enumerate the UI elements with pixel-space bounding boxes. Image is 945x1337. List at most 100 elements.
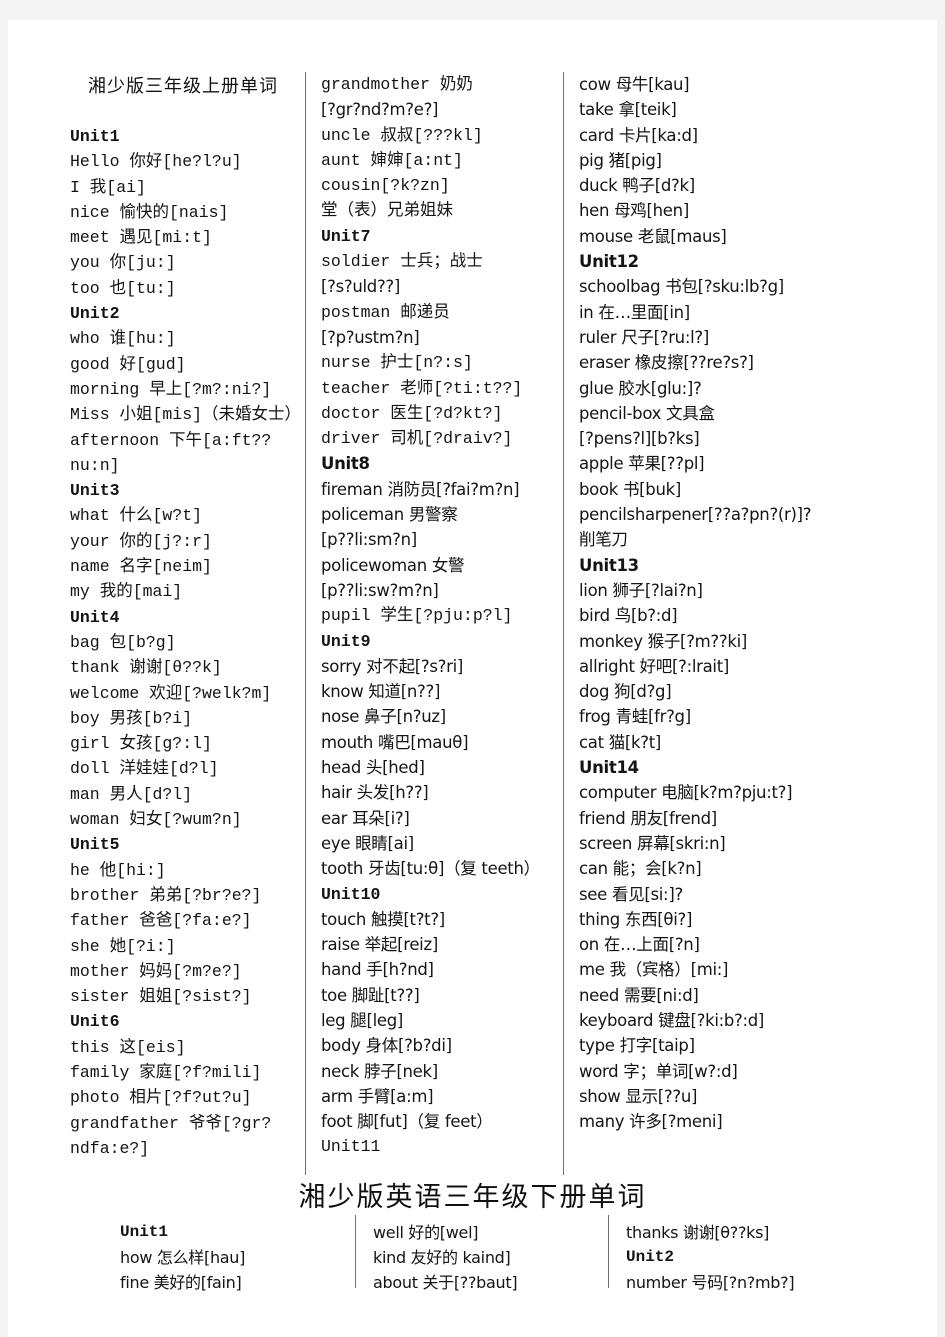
vocabulary-entry: [?s?uld??]: [321, 277, 401, 297]
vocabulary-entry: pencil-box 文具盒: [579, 403, 715, 423]
vocabulary-entry: pupil 学生[?pju:p?l]: [321, 606, 513, 626]
vocabulary-entry: you 你[ju:]: [70, 253, 176, 273]
unit-heading: Unit8: [321, 454, 370, 474]
vocabulary-entry: cousin[?k?zn]: [321, 176, 450, 196]
word-column-3: thanks 谢谢[θ??ks] Unit2 number 号码[?n?mb?]: [626, 1220, 866, 1295]
column-divider-2: [608, 1215, 609, 1288]
unit-heading: Unit7: [321, 226, 371, 246]
vocabulary-entry: woman 妇女[?wum?n]: [70, 810, 242, 830]
vocabulary-entry: computer 电脑[k?m?pju:t?]: [579, 783, 793, 803]
vocabulary-entry: this 这[eis]: [70, 1037, 186, 1057]
vocabulary-entry: driver 司机[?draiv?]: [321, 429, 513, 449]
vocabulary-entry: morning 早上[?m?:ni?]: [70, 379, 272, 399]
unit-heading: Unit3: [70, 481, 120, 501]
vocabulary-entry: foot 脚[fut]（复 feet）: [321, 1112, 493, 1132]
vocabulary-entry: leg 腿[leg]: [321, 1010, 404, 1030]
vocabulary-entry: type 打字[taip]: [579, 1036, 695, 1056]
word-column-1: 湘少版三年级上册单词 Unit1 Hello 你好[he?l?u] I 我[ai] n…: [70, 72, 302, 1161]
vocabulary-entry: monkey 猴子[?m??ki]: [579, 631, 748, 651]
vocabulary-entry: how 怎么样[hau]: [120, 1248, 246, 1267]
vocabulary-entry: Unit11: [321, 1137, 381, 1157]
vocabulary-entry: sister 姐姐[?sist?]: [70, 987, 252, 1007]
vocabulary-entry: my 我的[mai]: [70, 582, 183, 602]
word-column-1: Unit1 how 怎么样[hau] fine 美好的[fain]: [120, 1220, 335, 1295]
unit-heading: Unit2: [70, 304, 120, 324]
vocabulary-entry: about 关于[??baut]: [373, 1273, 518, 1292]
section2-title: 湘少版英语三年级下册单词: [298, 1182, 647, 1212]
vocabulary-entry: many 许多[?meni]: [579, 1112, 723, 1132]
vocabulary-entry: tooth 牙齿[tu:θ]（复 teeth）: [321, 859, 540, 879]
word-list: Unit1 how 怎么样[hau] fine 美好的[fain]: [120, 1220, 335, 1295]
vocabulary-entry: she 她[?i:]: [70, 936, 176, 956]
vocabulary-entry: teacher 老师[?ti:t??]: [321, 378, 523, 398]
vocabulary-entry: ruler 尺子[?ru:l?]: [579, 327, 709, 347]
word-list: cow 母牛[kau] take 拿[teik] card 卡片[ka:d] pig …: [579, 72, 829, 1134]
vocabulary-entry: good 好[gud]: [70, 354, 186, 374]
vocabulary-entry: toe 脚趾[t??]: [321, 985, 420, 1005]
vocabulary-entry: 堂（表）兄弟姐妹: [321, 201, 453, 221]
column-divider-1: [305, 72, 306, 1175]
vocabulary-entry: card 卡片[ka:d]: [579, 125, 698, 145]
unit-heading: Unit1: [70, 127, 120, 146]
vocabulary-entry: bag 包[b?g]: [70, 632, 176, 652]
vocabulary-entry: soldier 士兵；战士: [321, 252, 483, 272]
vocabulary-entry: aunt 婶婶[a:nt]: [321, 150, 463, 170]
vocabulary-entry: your 你的[j?:r]: [70, 531, 212, 551]
column-divider-2: [563, 72, 564, 1175]
vocabulary-entry: word 字；单词[w?:d]: [579, 1061, 738, 1081]
section-grade3-volume1: 湘少版三年级上册单词 Unit1 Hello 你好[he?l?u] I 我[ai] n…: [8, 20, 937, 1180]
vocabulary-entry: allright 好吧[?:lrait]: [579, 656, 730, 676]
vocabulary-entry: can 能；会[k?n]: [579, 859, 702, 879]
unit-heading: Unit12: [579, 252, 639, 272]
unit-heading: Unit6: [70, 1012, 120, 1032]
vocabulary-entry: lion 狮子[?lai?n]: [579, 580, 703, 600]
column-divider-1: [355, 1215, 356, 1288]
vocabulary-entry: 削笔刀: [579, 530, 628, 550]
vocabulary-entry: thank 谢谢[θ??k]: [70, 658, 222, 678]
vocabulary-entry: duck 鸭子[d?k]: [579, 176, 695, 196]
vocabulary-entry: meet 遇见[mi:t]: [70, 228, 212, 248]
vocabulary-entry: raise 举起[reiz]: [321, 935, 438, 955]
vocabulary-entry: friend 朋友[frend]: [579, 808, 717, 828]
unit-heading: Unit2: [626, 1248, 675, 1266]
vocabulary-entry: ear 耳朵[i?]: [321, 808, 410, 828]
vocabulary-entry: fireman 消防员[?fai?m?n]: [321, 479, 520, 499]
vocabulary-entry: thanks 谢谢[θ??ks]: [626, 1223, 770, 1242]
vocabulary-entry: mouse 老鼠[maus]: [579, 226, 727, 246]
vocabulary-entry: thing 东西[θi?]: [579, 909, 693, 929]
vocabulary-entry: photo 相片[?f?ut?u]: [70, 1088, 252, 1108]
vocabulary-entry: cow 母牛[kau]: [579, 75, 690, 94]
vocabulary-entry: me 我（宾格）[mi:]: [579, 960, 729, 980]
vocabulary-entry: arm 手臂[a:m]: [321, 1086, 434, 1106]
vocabulary-entry: [?pens?l][b?ks]: [579, 429, 700, 449]
vocabulary-entry: well 好的[wel]: [373, 1223, 479, 1242]
section-grade3-volume2: 湘少版英语三年级下册单词 Unit1 how 怎么样[hau] fine 美好的[f…: [8, 1175, 937, 1337]
vocabulary-entry: man 男人[d?l]: [70, 784, 193, 804]
vocabulary-entry: grandmother 奶奶: [321, 75, 473, 94]
vocabulary-entry: frog 青蛙[fr?g]: [579, 707, 691, 727]
vocabulary-entry: uncle 叔叔[???kl]: [321, 125, 483, 145]
document-page: 湘少版三年级上册单词 Unit1 Hello 你好[he?l?u] I 我[ai] n…: [8, 20, 937, 1337]
unit-heading: Unit4: [70, 607, 120, 627]
vocabulary-entry: policeman 男警察: [321, 505, 458, 525]
word-list: grandmother 奶奶 [?gr?nd?m?e?] uncle 叔叔[???k…: [321, 72, 563, 1160]
vocabulary-entry: name 名字[neim]: [70, 557, 212, 577]
vocabulary-entry: [p??li:sw?m?n]: [321, 580, 439, 600]
vocabulary-entry: pencilsharpener[??a?pn?(r)]?: [579, 505, 812, 525]
vocabulary-entry: apple 苹果[??pl]: [579, 454, 705, 474]
vocabulary-entry: [?gr?nd?m?e?]: [321, 100, 439, 120]
vocabulary-entry: sorry 对不起[?s?ri]: [321, 656, 464, 676]
unit-heading: Unit14: [579, 758, 639, 778]
vocabulary-entry: grandfather 爷爷[?gr?ndfa:e?]: [70, 1113, 272, 1158]
vocabulary-entry: mouth 嘴巴[mauθ]: [321, 732, 469, 752]
word-column-2: grandmother 奶奶 [?gr?nd?m?e?] uncle 叔叔[???k…: [321, 72, 563, 1160]
vocabulary-entry: doll 洋娃娃[d?l]: [70, 759, 219, 779]
vocabulary-entry: Miss 小姐[mis]（未婚女士）: [70, 405, 302, 425]
vocabulary-entry: doctor 医生[?d?kt?]: [321, 403, 503, 423]
word-list: Unit1 Hello 你好[he?l?u] I 我[ai] nice 愉快的[nai…: [70, 124, 302, 1161]
vocabulary-entry: boy 男孩[b?i]: [70, 708, 193, 728]
vocabulary-entry: who 谁[hu:]: [70, 329, 176, 349]
vocabulary-entry: schoolbag 书包[?sku:lb?g]: [579, 277, 784, 297]
vocabulary-entry: take 拿[teik]: [579, 100, 677, 120]
vocabulary-entry: see 看见[si:]?: [579, 884, 683, 904]
